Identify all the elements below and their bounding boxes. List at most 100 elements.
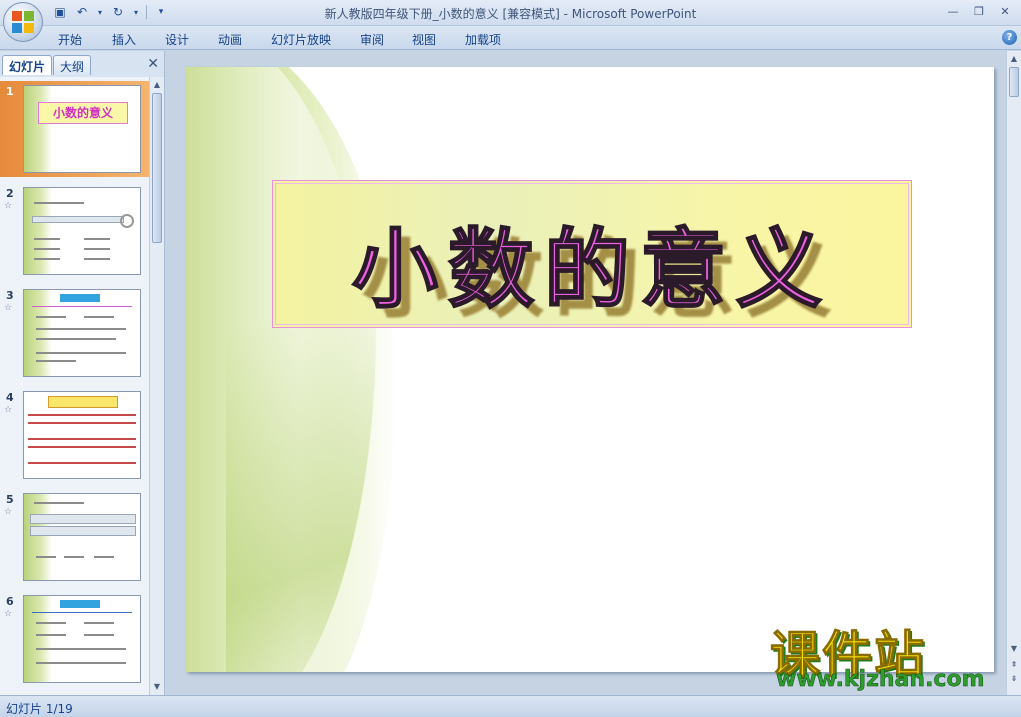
thumb-text-line [36,316,66,318]
thumb-heading [60,294,100,302]
thumb-text-line [36,648,126,650]
thumb-text-line [84,238,110,240]
thumb-text-line [36,360,76,362]
magnifier-icon [120,214,134,228]
site-watermark: 课件站 www.kjzhan.com [770,615,1010,695]
tab-view[interactable]: 视图 [412,31,436,48]
thumb-text-line [34,248,60,250]
thumb-text-line [36,556,56,558]
thumb-ruler [30,514,136,524]
slides-pane: 幻灯片 大纲 ✕ 1 小数的意义 2 ☆ 3 ☆ 4 ☆ 5 ☆ 6 ☆ ▲ ▼ [0,51,165,695]
tab-home[interactable]: 开始 [58,31,82,48]
thumb-ruler [32,216,124,223]
thumb-text-line [84,258,110,260]
tab-outline[interactable]: 大纲 [53,55,92,75]
thumbnails-scrollbar[interactable]: ▲ ▼ [149,77,164,695]
scroll-down-icon[interactable]: ▼ [151,681,163,693]
thumb-text-line [28,446,136,448]
animation-star-icon: ☆ [4,201,13,211]
thumb-decoration [24,494,52,580]
pane-tabs: 幻灯片 大纲 ✕ [0,53,165,75]
title-bar: ▣ ↶ ▾ ↻ ▾ ▾ 新人教版四年级下册_小数的意义 [兼容模式] - Mic… [0,0,1021,26]
thumbnail-image [23,493,141,581]
thumb-text-line [64,556,84,558]
scroll-up-icon[interactable]: ▲ [1008,53,1020,65]
slide-thumbnail-4[interactable]: 4 ☆ [0,387,150,483]
office-logo-icon [12,11,34,33]
thumb-text-line [36,328,126,330]
thumb-text-line [84,248,110,250]
office-button[interactable] [3,2,43,42]
slide-thumbnail-1[interactable]: 1 小数的意义 [0,81,150,177]
thumbnail-image [23,391,141,479]
thumb-text-line [34,238,60,240]
thumb-decoration [24,596,52,682]
thumb-divider [32,306,132,307]
slide-thumbnails: 1 小数的意义 2 ☆ 3 ☆ 4 ☆ 5 ☆ 6 ☆ [0,77,150,695]
thumb-text-line [36,662,126,664]
thumbnail-image [23,289,141,377]
thumb-decoration [24,188,52,274]
thumbnail-image [23,595,141,683]
tab-addins[interactable]: 加载项 [465,31,501,48]
tab-design[interactable]: 设计 [165,31,189,48]
thumb-ruler [30,526,136,536]
animation-star-icon: ☆ [4,609,13,619]
thumb-text-line [94,556,114,558]
slide-number: 2 [6,187,14,200]
tab-slideshow[interactable]: 幻灯片放映 [271,31,331,48]
animation-star-icon: ☆ [4,507,13,517]
slide-thumbnail-2[interactable]: 2 ☆ [0,183,150,279]
slide-number: 1 [6,85,14,98]
thumb-divider [32,612,132,613]
slide-editor: 小数的意义 [166,51,1006,695]
minimize-icon[interactable]: — [941,2,965,20]
slide-thumbnail-5[interactable]: 5 ☆ [0,489,150,585]
scrollbar-thumb[interactable] [1009,67,1019,97]
scrollbar-thumb[interactable] [152,93,162,243]
tab-insert[interactable]: 插入 [112,31,136,48]
close-icon[interactable]: ✕ [147,56,159,72]
thumbnail-image [23,187,141,275]
tab-animations[interactable]: 动画 [218,31,242,48]
slide-title: 小数的意义 [351,219,832,321]
scroll-up-icon[interactable]: ▲ [151,79,163,91]
thumb-text-line [34,502,84,504]
help-icon[interactable]: ? [1002,30,1017,45]
thumb-text-line [34,258,60,260]
thumb-title: 小数的意义 [38,102,128,124]
slide-thumbnail-6[interactable]: 6 ☆ [0,591,150,687]
watermark-url: www.kjzhan.com [776,667,985,693]
slide-number: 4 [6,391,14,404]
status-bar: 幻灯片 1/19 [0,695,1021,717]
animation-star-icon: ☆ [4,303,13,313]
slide-number: 5 [6,493,14,506]
current-slide[interactable]: 小数的意义 [186,67,994,672]
slide-number: 6 [6,595,14,608]
thumb-text-line [36,634,66,636]
ribbon-tabs: 开始 插入 设计 动画 幻灯片放映 审阅 视图 加载项 ? [0,26,1021,50]
slide-thumbnail-3[interactable]: 3 ☆ [0,285,150,381]
tab-review[interactable]: 审阅 [360,31,384,48]
thumb-text-line [36,338,116,340]
thumb-heading [60,600,100,608]
thumb-text-line [28,422,136,424]
thumb-text-line [28,462,136,464]
thumb-text-line [84,634,114,636]
thumb-text-line [28,438,136,440]
thumbnail-image: 小数的意义 [23,85,141,173]
slide-title-box[interactable]: 小数的意义 [272,180,912,328]
thumb-text-line [28,414,136,416]
close-icon[interactable]: ✕ [993,2,1017,20]
thumb-text-line [34,202,84,204]
tab-slides[interactable]: 幻灯片 [2,55,53,75]
slide-number: 3 [6,289,14,302]
restore-icon[interactable]: ❐ [967,2,991,20]
window-title: 新人教版四年级下册_小数的意义 [兼容模式] - Microsoft Power… [324,7,697,21]
slide-scrollbar[interactable]: ▲ ▼ ⇞ ⇟ [1006,51,1021,695]
slide-counter: 幻灯片 1/19 [6,702,73,716]
thumb-text-line [36,352,126,354]
thumb-text-line [84,316,114,318]
thumb-text-line [84,622,114,624]
thumb-banner [48,396,118,408]
